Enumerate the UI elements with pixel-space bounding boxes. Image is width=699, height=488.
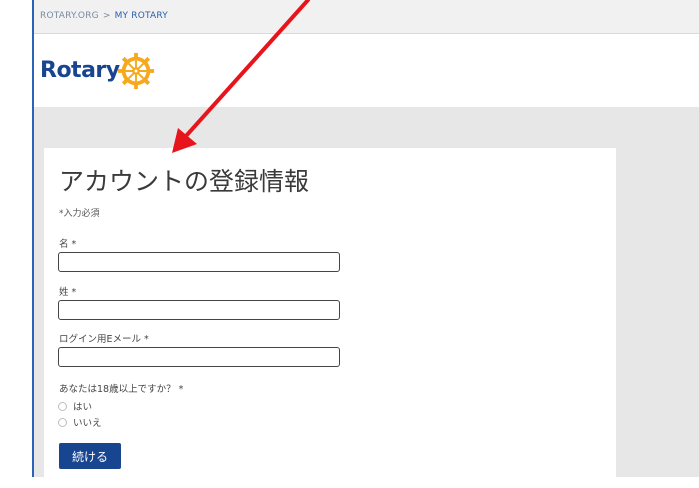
registration-form: アカウントの登録情報 *入力必須 名 * 姓 * ログイン用Eメール * あなた… [44,148,616,488]
radio-yes-label: はい [73,402,93,413]
rotary-wheel-icon [117,52,155,90]
breadcrumb-separator: > [102,11,111,21]
first-name-label: 名 * [59,239,77,250]
header: Rotary [34,34,699,107]
breadcrumb: ROTARY.ORG > MY ROTARY [34,0,699,34]
rotary-logo-text[interactable]: Rotary [40,58,120,83]
page-frame: ROTARY.ORG > MY ROTARY Rotary アカウントの登録情報… [32,0,699,488]
radio-button-icon[interactable] [58,417,67,427]
email-label: ログイン用Eメール * [59,334,149,345]
radio-yes[interactable]: はい [58,399,92,413]
radio-button-icon[interactable] [58,401,67,411]
email-input[interactable] [58,347,340,367]
required-note: *入力必須 [59,209,100,219]
first-name-input[interactable] [58,252,340,272]
radio-no-label: いいえ [73,418,102,429]
breadcrumb-root-link[interactable]: ROTARY.ORG [40,11,99,21]
last-name-label: 姓 * [59,287,77,298]
breadcrumb-current-link[interactable]: MY ROTARY [115,11,168,21]
last-name-input[interactable] [58,300,340,320]
page-title: アカウントの登録情報 [59,167,310,196]
age-question: あなたは18歳以上ですか？ * [59,384,184,395]
radio-no[interactable]: いいえ [58,415,102,429]
continue-button[interactable]: 続ける [59,443,121,469]
